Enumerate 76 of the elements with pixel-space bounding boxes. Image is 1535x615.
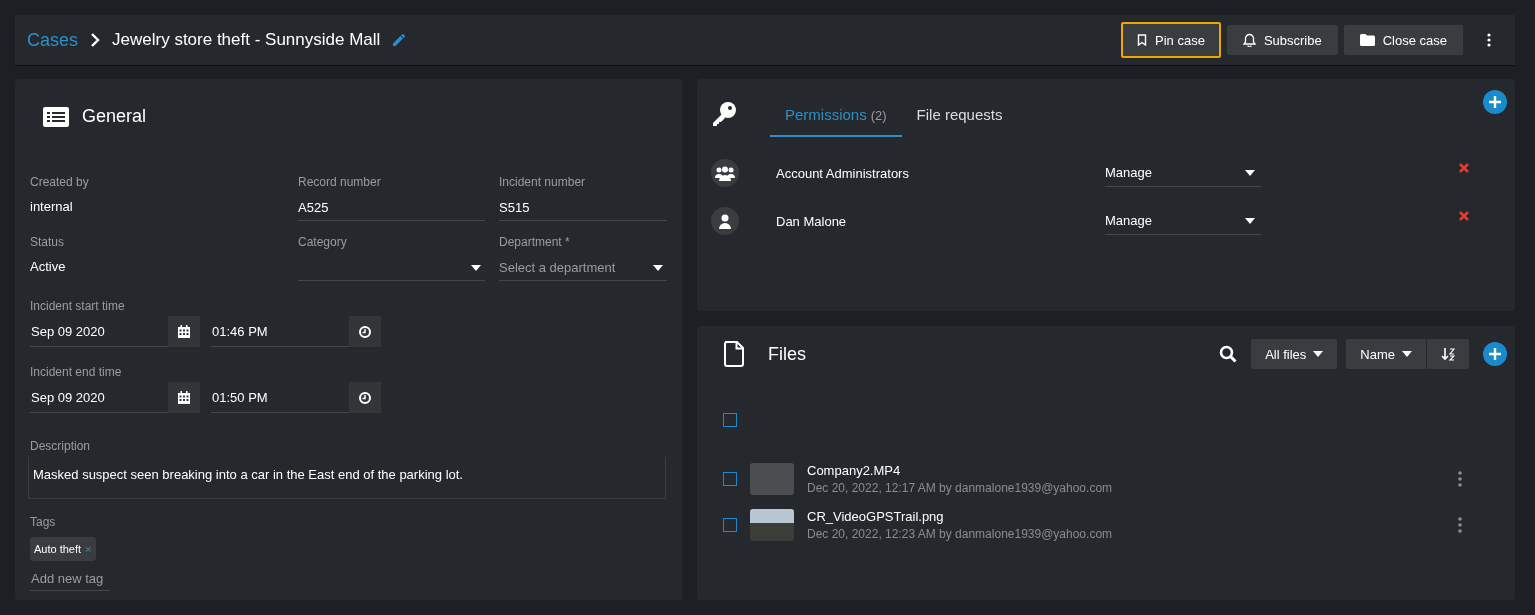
field-label: Category [298,235,348,249]
search-icon[interactable] [1219,345,1238,363]
close-icon [1459,162,1469,173]
field-value: Active [30,258,67,274]
new-tag-field[interactable]: Add new tag [30,569,110,591]
field-label: Incident number [499,175,587,189]
subscribe-button[interactable]: Subscribe [1226,25,1338,55]
description-field[interactable]: Masked suspect seen breaking into a car in the East end of the parking lot. [28,457,666,499]
section-title: General [82,106,147,127]
permission-name: Dan Malone [776,213,848,229]
section-title: Files [768,343,806,365]
checkbox[interactable] [723,518,737,532]
person-icon [719,213,731,229]
pencil-icon[interactable] [392,33,407,47]
checkbox[interactable] [723,472,737,486]
field-label: Status [30,235,66,249]
clock-icon [359,325,371,338]
caret-icon [653,264,663,271]
calendar-icon [178,391,190,404]
key-icon [711,101,737,127]
field-label: Created by [30,175,90,189]
photo-placeholder [750,509,794,541]
role-dropdown[interactable]: Manage [1105,207,1261,235]
clock-icon [359,391,371,404]
tab[interactable]: Permissions (2) [770,91,902,137]
field-label: Description [30,439,92,453]
group-icon [715,165,735,181]
file-name[interactable]: CR_VideoGPSTrail.png [807,509,1113,524]
text-field[interactable]: A525 [298,195,485,221]
folder-icon [1359,34,1375,46]
clock-button[interactable] [349,316,381,347]
close-icon [1459,210,1469,221]
breadcrumb-link[interactable]: Cases [27,29,79,51]
file-meta: Dec 20, 2022, 12:23 AM by danmalone1939@yahoo.com [807,527,1113,541]
permission-name: Account Administrators [776,165,910,181]
more-options-icon[interactable] [1487,33,1491,47]
plus-icon [1489,348,1501,360]
video-thumbnail [750,463,794,495]
close-case-button[interactable]: Close case [1343,25,1463,55]
bookmark-icon [1137,34,1147,46]
file-icon [723,341,745,367]
field-label: Incident end time [30,365,123,379]
sort-order-button[interactable] [1427,339,1469,369]
case-title: Jewelry store theft - Sunnyside Mall [112,30,381,50]
select-all-checkbox[interactable] [723,413,737,427]
field-value: internal [30,198,74,214]
caret-icon [1245,217,1255,224]
field-label: Tags [30,515,57,529]
caret-icon [1402,351,1412,357]
sort-icon [1441,347,1455,361]
dropdown-field[interactable]: Select a department [499,255,667,281]
file-name[interactable]: Company2.MP4 [807,463,1113,478]
filter-dropdown[interactable]: All files [1251,339,1338,369]
caret-icon [471,264,481,271]
add-button[interactable] [1483,90,1507,114]
add-file-button[interactable] [1483,342,1507,366]
bell-icon [1242,33,1256,47]
tab[interactable]: File requests [901,91,1018,137]
calendar-button[interactable] [168,316,200,347]
role-dropdown[interactable]: Manage [1105,159,1261,187]
list-icon [43,106,69,127]
file-meta: Dec 20, 2022, 12:17 AM by danmalone1939@yahoo.com [807,481,1113,495]
field-label: Department * [499,235,571,249]
caret-icon [1245,169,1255,176]
field-label: Record number [298,175,382,189]
caret-icon [1313,351,1324,357]
text-field[interactable]: S515 [499,195,667,221]
chevron-right-icon [90,33,101,47]
clock-button[interactable] [349,382,381,413]
calendar-button[interactable] [168,382,200,413]
field-label: Incident start time [30,299,126,313]
calendar-icon [178,325,190,338]
plus-icon [1489,96,1501,108]
tag-label: Auto theft [34,543,82,555]
sort-dropdown[interactable]: Name [1346,339,1426,369]
pin-case-button[interactable]: Pin case [1121,22,1221,58]
